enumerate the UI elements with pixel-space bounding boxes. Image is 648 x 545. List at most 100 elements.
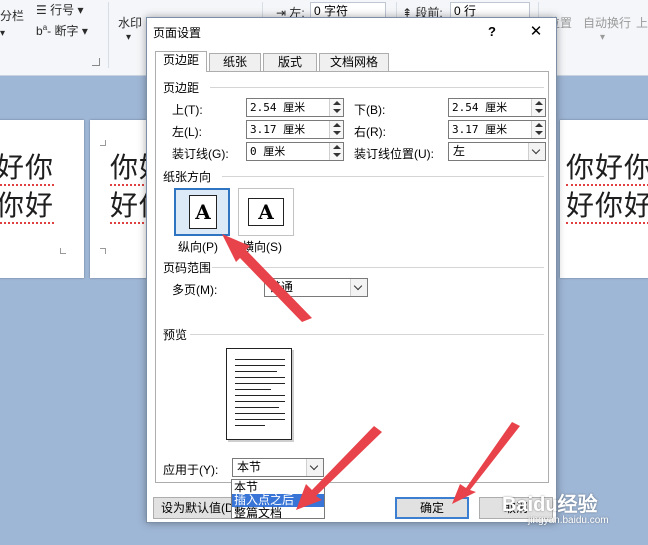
chevron-down-icon[interactable] bbox=[528, 143, 545, 160]
doc-text-line: 你好 bbox=[0, 186, 55, 226]
portrait-option[interactable]: A bbox=[174, 188, 230, 236]
chevron-down-icon[interactable] bbox=[306, 459, 323, 476]
page-setup-dialog: 页面设置 ? ✕ 页边距 纸张 版式 文档网格 页边距 上(T): 2.54 厘… bbox=[146, 17, 557, 523]
multiple-pages-label: 多页(M): bbox=[172, 283, 218, 297]
top-margin-spinner[interactable] bbox=[329, 99, 343, 116]
right-margin-label: 右(R): bbox=[354, 125, 386, 139]
section-divider bbox=[222, 176, 544, 177]
doc-text: 你好 bbox=[0, 189, 55, 224]
tab-paper[interactable]: 纸张 bbox=[209, 53, 261, 72]
landscape-label[interactable]: 横向(S) bbox=[242, 238, 282, 255]
top-margin-label: 上(T): bbox=[172, 103, 203, 117]
baidu-jingyan-watermark: Baidu经验 bbox=[502, 494, 598, 516]
apply-to-select[interactable]: 本节 bbox=[232, 458, 324, 477]
bottom-margin-label: 下(B): bbox=[354, 103, 386, 117]
close-button[interactable]: ✕ bbox=[521, 20, 551, 44]
bring-forward-button[interactable]: 上 bbox=[636, 14, 648, 31]
document-page-right[interactable]: 你好你 好你好 bbox=[560, 120, 648, 278]
spin-down-icon[interactable] bbox=[333, 153, 341, 157]
preview-page bbox=[226, 348, 292, 440]
left-margin-label: 左(L): bbox=[172, 125, 203, 139]
apply-to-option-whole-document[interactable]: 整篇文档 bbox=[232, 507, 324, 520]
landscape-option[interactable]: A bbox=[238, 188, 294, 236]
ok-button[interactable]: 确定 bbox=[395, 497, 469, 519]
top-margin-value: 2.54 厘米 bbox=[250, 101, 306, 114]
doc-text-line: 好你 bbox=[0, 148, 55, 188]
gutter-position-select[interactable]: 左 bbox=[448, 142, 546, 161]
help-button[interactable]: ? bbox=[477, 20, 507, 44]
portrait-label[interactable]: 纵向(P) bbox=[178, 238, 218, 255]
margin-corner-mark bbox=[100, 140, 106, 146]
gutter-input[interactable]: 0 厘米 bbox=[246, 142, 344, 161]
left-margin-input[interactable]: 3.17 厘米 bbox=[246, 120, 344, 139]
preview-text-line bbox=[235, 383, 285, 384]
columns-button[interactable]: 分栏 bbox=[0, 7, 24, 24]
preview-text-line bbox=[235, 413, 285, 414]
watermark-button[interactable]: 水印 bbox=[118, 14, 142, 31]
left-margin-value: 3.17 厘米 bbox=[250, 123, 306, 136]
spin-up-icon[interactable] bbox=[333, 101, 341, 105]
apply-to-label: 应用于(Y): bbox=[163, 463, 219, 477]
section-divider bbox=[190, 334, 544, 335]
spacing-before-value: 0 行 bbox=[454, 4, 477, 18]
document-page-middle[interactable]: 你好 好你 bbox=[90, 120, 169, 278]
page-setup-launcher-icon[interactable] bbox=[92, 58, 100, 66]
baidu-jingyan-url: jingyan.baidu.com bbox=[528, 515, 609, 526]
wrap-text-dropdown-icon[interactable]: ▾ bbox=[600, 32, 605, 43]
tab-margins[interactable]: 页边距 bbox=[155, 51, 207, 72]
right-margin-spinner[interactable] bbox=[531, 121, 545, 138]
pages-section-title: 页码范围 bbox=[163, 261, 212, 275]
doc-text: 你好你 bbox=[566, 151, 648, 186]
dialog-titlebar[interactable]: 页面设置 ? ✕ bbox=[147, 18, 556, 46]
preview-text-line bbox=[235, 377, 285, 378]
right-margin-value: 3.17 厘米 bbox=[452, 123, 508, 136]
spin-up-icon[interactable] bbox=[535, 123, 543, 127]
line-numbers-button[interactable]: ☰ 行号 ▾ bbox=[36, 1, 83, 18]
preview-text-line bbox=[235, 389, 271, 390]
line-numbers-label: 行号 bbox=[50, 3, 75, 17]
left-margin-spinner[interactable] bbox=[329, 121, 343, 138]
preview-section-title: 预览 bbox=[163, 328, 188, 342]
margin-corner-mark bbox=[100, 248, 106, 254]
spin-up-icon[interactable] bbox=[535, 101, 543, 105]
spin-up-icon[interactable] bbox=[333, 145, 341, 149]
apply-to-dropdown-list: 本节 插入点之后 整篇文档 bbox=[231, 479, 325, 520]
bottom-margin-input[interactable]: 2.54 厘米 bbox=[448, 98, 546, 117]
hyphenation-button[interactable]: ba- 断字 ▾ bbox=[36, 22, 88, 39]
orientation-section-title: 纸张方向 bbox=[163, 170, 212, 184]
preview-text-line bbox=[235, 419, 285, 420]
spin-down-icon[interactable] bbox=[535, 109, 543, 113]
margin-corner-mark bbox=[60, 248, 66, 254]
right-margin-input[interactable]: 3.17 厘米 bbox=[448, 120, 546, 139]
top-margin-input[interactable]: 2.54 厘米 bbox=[246, 98, 344, 117]
doc-text-line: 好你好 bbox=[566, 186, 648, 226]
margins-section-title: 页边距 bbox=[163, 81, 200, 95]
document-page-left[interactable]: 好你 你好 bbox=[0, 120, 84, 278]
gutter-label: 装订线(G): bbox=[172, 147, 229, 161]
multiple-pages-select[interactable]: 普通 bbox=[264, 278, 368, 297]
section-divider bbox=[210, 87, 544, 88]
doc-text: 好你 bbox=[0, 151, 55, 186]
spin-down-icon[interactable] bbox=[333, 109, 341, 113]
chevron-down-icon[interactable] bbox=[350, 279, 367, 296]
multiple-pages-value: 普通 bbox=[269, 280, 294, 294]
tab-layout[interactable]: 版式 bbox=[263, 53, 317, 72]
tab-document-grid[interactable]: 文档网格 bbox=[319, 53, 389, 72]
hyphenation-label: 断字 bbox=[54, 24, 79, 38]
bottom-margin-spinner[interactable] bbox=[531, 99, 545, 116]
spin-down-icon[interactable] bbox=[333, 131, 341, 135]
bottom-margin-value: 2.54 厘米 bbox=[452, 101, 508, 114]
watermark-dropdown-icon[interactable]: ▾ bbox=[126, 32, 131, 43]
gutter-position-value: 左 bbox=[453, 144, 466, 158]
spin-up-icon[interactable] bbox=[333, 123, 341, 127]
gutter-spinner[interactable] bbox=[329, 143, 343, 160]
wrap-text-button[interactable]: 自动换行 bbox=[583, 14, 631, 31]
section-divider bbox=[212, 267, 544, 268]
preview-text-line bbox=[235, 425, 265, 426]
portrait-page-icon: A bbox=[189, 195, 217, 229]
gutter-value: 0 厘米 bbox=[250, 145, 286, 158]
spin-down-icon[interactable] bbox=[535, 131, 543, 135]
columns-dropdown-icon[interactable]: ▾ bbox=[0, 28, 5, 39]
preview-text-line bbox=[235, 401, 285, 402]
preview-text-line bbox=[235, 365, 285, 366]
